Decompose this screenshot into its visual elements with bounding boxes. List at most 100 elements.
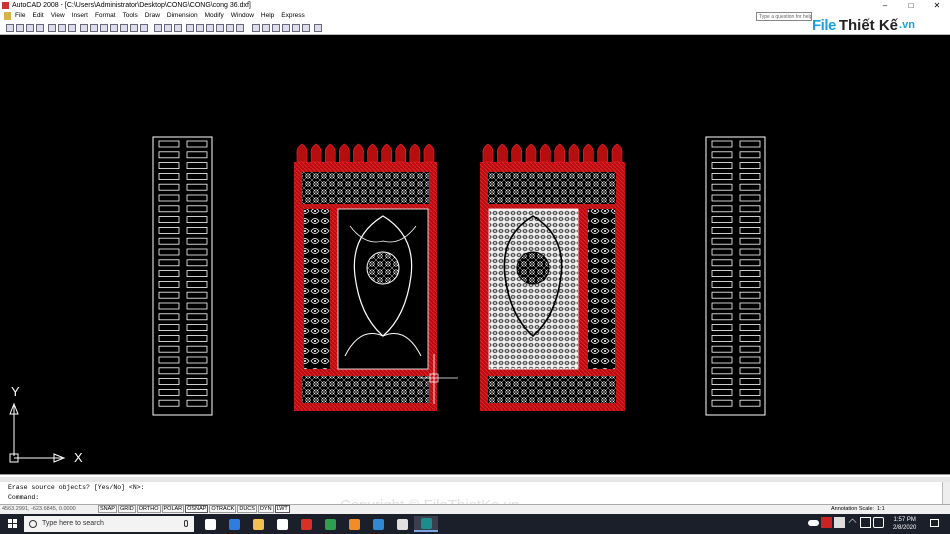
minimize-button[interactable]: – [872, 0, 898, 11]
menu-edit[interactable]: Edit [32, 11, 43, 21]
louver-slat [711, 345, 733, 353]
help-search-input[interactable]: Type a question for help [756, 12, 812, 21]
menu-dimension[interactable]: Dimension [167, 11, 198, 21]
toggle-grid[interactable]: GRID [117, 505, 136, 513]
command-scrollbar[interactable] [942, 482, 950, 504]
menu-express[interactable]: Express [281, 11, 304, 21]
onedrive-icon[interactable] [808, 520, 819, 526]
louver-slat [739, 259, 761, 267]
toolbar-button-9[interactable] [90, 24, 98, 32]
app-orange-icon[interactable] [342, 516, 366, 532]
toggle-dyn[interactable]: DYN [257, 505, 274, 513]
file-explorer-icon[interactable] [246, 516, 270, 532]
network-icon[interactable] [860, 517, 871, 528]
louver-slat [711, 388, 733, 396]
louver-slat [711, 324, 733, 332]
toolbar-button-24[interactable] [252, 24, 260, 32]
toolbar-button-8[interactable] [80, 24, 88, 32]
horizontal-scrollbar[interactable] [0, 477, 950, 482]
close-button[interactable]: ✕ [924, 0, 950, 11]
toolbar-button-6[interactable] [58, 24, 66, 32]
toolbar-button-20[interactable] [206, 24, 214, 32]
toolbar-button-16[interactable] [164, 24, 172, 32]
search-placeholder: Type here to search [42, 520, 104, 527]
task-view-icon[interactable] [198, 516, 222, 532]
louver-slat [739, 140, 761, 148]
toggle-otrack[interactable]: OTRACK [209, 505, 237, 513]
toolbar-button-28[interactable] [292, 24, 300, 32]
toggle-polar[interactable]: POLAR [161, 505, 185, 513]
chrome-icon[interactable] [294, 516, 318, 532]
louver-slat [158, 248, 180, 256]
app-tray-icon[interactable] [834, 517, 845, 528]
app-green-icon[interactable] [318, 516, 342, 532]
toolbar-button-25[interactable] [262, 24, 270, 32]
toolbar-button-12[interactable] [120, 24, 128, 32]
toolbar-button-15[interactable] [154, 24, 162, 32]
toolbar-button-13[interactable] [130, 24, 138, 32]
toolbar-button-1[interactable] [6, 24, 14, 32]
toolbar-button-23[interactable] [236, 24, 244, 32]
logo-text-file: File [812, 16, 836, 34]
toolbar-button-21[interactable] [216, 24, 224, 32]
toolbar-button-14[interactable] [140, 24, 148, 32]
windows-start-icon[interactable] [8, 519, 18, 529]
taskbar-clock[interactable]: 1:57 PM 2/8/2020 [893, 516, 916, 532]
menu-modify[interactable]: Modify [205, 11, 224, 21]
menu-window[interactable]: Window [231, 11, 254, 21]
toolbar-button-30[interactable] [314, 24, 322, 32]
command-prompt[interactable]: Command: [8, 494, 39, 501]
toolbar-button-17[interactable] [174, 24, 182, 32]
louver-slat [739, 248, 761, 256]
toolbar-button-10[interactable] [100, 24, 108, 32]
store-icon[interactable] [270, 516, 294, 532]
louver-slat [158, 291, 180, 299]
toolbar-button-29[interactable] [302, 24, 310, 32]
autocad-icon[interactable] [414, 516, 438, 532]
toggle-ducs[interactable]: DUCS [237, 505, 257, 513]
gate-finial [568, 143, 580, 163]
toolbar-button-7[interactable] [68, 24, 76, 32]
drawing-canvas[interactable]: Y X [0, 36, 950, 474]
toolbar-button-26[interactable] [272, 24, 280, 32]
toolbar-button-3[interactable] [26, 24, 34, 32]
autocad-app-icon[interactable] [2, 2, 9, 9]
toolbar-button-4[interactable] [36, 24, 44, 32]
app-paint-icon[interactable] [390, 516, 414, 532]
microphone-icon[interactable] [184, 520, 188, 527]
menu-insert[interactable]: Insert [72, 11, 88, 21]
app-tray-red-icon[interactable] [821, 517, 832, 528]
toolbar-button-11[interactable] [110, 24, 118, 32]
volume-icon[interactable] [873, 517, 884, 528]
louver-slat [186, 378, 208, 386]
notification-icon[interactable] [930, 519, 939, 527]
app-blue-icon[interactable] [366, 516, 390, 532]
toggle-osnap[interactable]: OSNAP [185, 505, 209, 513]
louver-slat [158, 302, 180, 310]
annotation-scale-value[interactable]: 1:1 [877, 505, 885, 514]
toggle-snap[interactable]: SNAP [98, 505, 117, 513]
taskbar-search-input[interactable]: Type here to search [24, 516, 194, 532]
document-icon[interactable] [4, 12, 11, 20]
louver-slat [158, 205, 180, 213]
toolbar-button-18[interactable] [186, 24, 194, 32]
louver-slat [739, 216, 761, 224]
toolbar-button-2[interactable] [16, 24, 24, 32]
chevron-up-icon[interactable] [848, 518, 857, 527]
menu-format[interactable]: Format [95, 11, 116, 21]
menu-help[interactable]: Help [261, 11, 274, 21]
toolbar-button-5[interactable] [48, 24, 56, 32]
toggle-ortho[interactable]: ORTHO [136, 505, 161, 513]
louver-slat [711, 248, 733, 256]
menu-view[interactable]: View [51, 11, 65, 21]
windows-taskbar: Type here to search 1:57 PM 2/8/2020 [0, 514, 950, 534]
toolbar-button-19[interactable] [196, 24, 204, 32]
toggle-lwt[interactable]: LWT [274, 505, 290, 513]
menu-draw[interactable]: Draw [145, 11, 160, 21]
menu-tools[interactable]: Tools [123, 11, 138, 21]
maximize-button[interactable]: □ [898, 0, 924, 11]
edge-icon[interactable] [222, 516, 246, 532]
menu-file[interactable]: File [15, 11, 25, 21]
toolbar-button-22[interactable] [226, 24, 234, 32]
toolbar-button-27[interactable] [282, 24, 290, 32]
